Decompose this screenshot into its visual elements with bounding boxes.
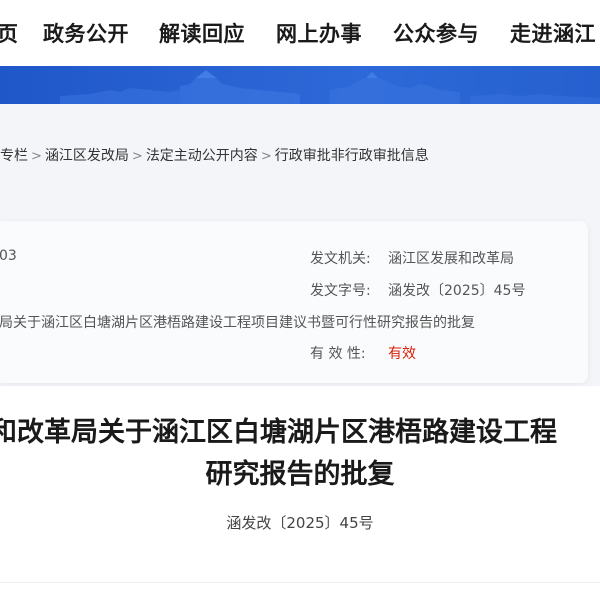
breadcrumb-item[interactable]: 专栏 (0, 145, 28, 165)
nav-item-public-participation[interactable]: 公众参与 (393, 18, 479, 48)
nav-item-government-affairs[interactable]: 政务公开 (43, 18, 129, 48)
banner-skyline-decoration (60, 70, 600, 104)
nav-item-interpretation[interactable]: 解读回应 (159, 18, 245, 48)
breadcrumb-item[interactable]: 行政审批非行政审批信息 (275, 145, 429, 165)
breadcrumb-item[interactable]: 涵江区发改局 (45, 145, 129, 165)
header-banner (0, 66, 600, 104)
issuer-label: 发文机关: (310, 251, 371, 267)
breadcrumb: 专栏 > 涵江区发改局 > 法定主动公开内容 > 行政审批非行政审批信息 (0, 145, 429, 165)
article-document-number: 涵发改〔2025〕45号 (226, 514, 374, 532)
validity-status-badge: 有效 (388, 346, 416, 362)
validity-label: 有 效 性: (310, 346, 366, 362)
article-title-line-1: 和改革局关于涵江区白塘湖片区港梧路建设工程 (0, 417, 557, 448)
content-divider (0, 582, 600, 583)
breadcrumb-separator-icon: > (260, 149, 272, 164)
breadcrumb-item[interactable]: 法定主动公开内容 (146, 145, 258, 165)
issuer-value: 涵江区发展和改革局 (388, 251, 514, 267)
nav-item-about-hanjiang[interactable]: 走进涵江 (510, 18, 596, 48)
nav-item-online-services[interactable]: 网上办事 (276, 18, 362, 48)
document-info-card: 03 发文机关: 涵江区发展和改革局 发文字号: 涵发改〔2025〕45号 局关… (0, 221, 588, 383)
document-number-value: 涵发改〔2025〕45号 (388, 283, 526, 299)
breadcrumb-separator-icon: > (131, 149, 143, 164)
document-subject: 局关于涵江区白塘湖片区港梧路建设工程项目建议书暨可行性研究报告的批复 (0, 315, 475, 331)
nav-item-home[interactable]: 页 (0, 18, 19, 48)
article-title-line-2: 研究报告的批复 (205, 459, 395, 490)
top-navigation: 页 政务公开 解读回应 网上办事 公众参与 走进涵江 (0, 0, 600, 66)
publish-date-fragment: 03 (0, 248, 17, 264)
breadcrumb-separator-icon: > (31, 149, 42, 164)
document-number-label: 发文字号: (310, 283, 371, 299)
article-content: 和改革局关于涵江区白塘湖片区港梧路建设工程 研究报告的批复 涵发改〔2025〕4… (0, 386, 600, 600)
